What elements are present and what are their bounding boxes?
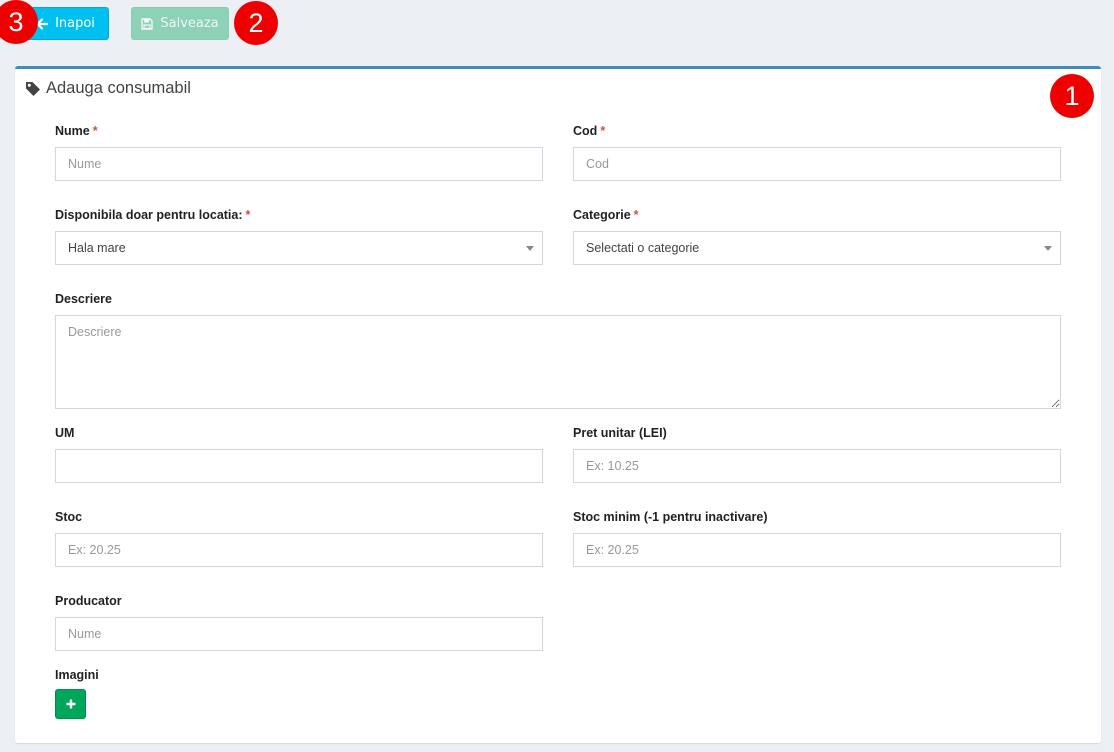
descriere-textarea[interactable]: [55, 315, 1061, 409]
panel-title-text: Adauga consumabil: [46, 79, 191, 97]
cod-label: Cod *: [573, 124, 606, 138]
pret-input[interactable]: [573, 449, 1061, 483]
nume-label: Nume *: [55, 124, 98, 138]
producator-input[interactable]: [55, 617, 543, 651]
tag-icon: [26, 81, 40, 96]
back-button-label: Inapoi: [55, 16, 95, 31]
caret-down-icon: [526, 246, 534, 251]
locatie-select[interactable]: Hala mare: [55, 231, 543, 265]
floppy-disk-icon: [141, 17, 154, 30]
caret-down-icon: [1044, 246, 1052, 251]
descriere-label: Descriere: [55, 292, 112, 306]
panel-title: Adauga consumabil: [25, 79, 191, 98]
required-marker: *: [245, 208, 251, 222]
required-marker: *: [92, 124, 98, 138]
categorie-select[interactable]: Selectati o categorie: [573, 231, 1061, 265]
add-image-button[interactable]: [55, 689, 86, 719]
um-input[interactable]: [55, 449, 543, 483]
pret-label: Pret unitar (LEI): [573, 426, 667, 440]
required-marker: *: [633, 208, 639, 222]
um-label: UM: [55, 426, 75, 440]
save-button[interactable]: Salveaza: [131, 7, 229, 40]
locatie-label: Disponibila doar pentru locatia: *: [55, 208, 251, 222]
imagini-label: Imagini: [55, 668, 99, 682]
cod-input[interactable]: [573, 147, 1061, 181]
stoc-label: Stoc: [55, 510, 83, 524]
categorie-selected-value: Selectati o categorie: [586, 241, 700, 255]
categorie-label: Categorie *: [573, 208, 639, 222]
toolbar: Inapoi Salveaza 3 2: [0, 0, 1114, 56]
annotation-badge-2: 2: [234, 1, 278, 45]
plus-icon: [66, 699, 75, 709]
stoc-minim-input[interactable]: [573, 533, 1061, 567]
nume-input[interactable]: [55, 147, 543, 181]
stoc-minim-label: Stoc minim (-1 pentru inactivare): [573, 510, 768, 524]
required-marker: *: [600, 124, 606, 138]
save-button-label: Salveaza: [160, 16, 219, 31]
form-panel: Adauga consumabil Nume* Cod* Disponibila…: [15, 66, 1101, 743]
locatie-selected-value: Hala mare: [68, 241, 126, 255]
producator-label: Producator: [55, 594, 122, 608]
stoc-input[interactable]: [55, 533, 543, 567]
annotation-badge-1: 1: [1050, 74, 1094, 118]
